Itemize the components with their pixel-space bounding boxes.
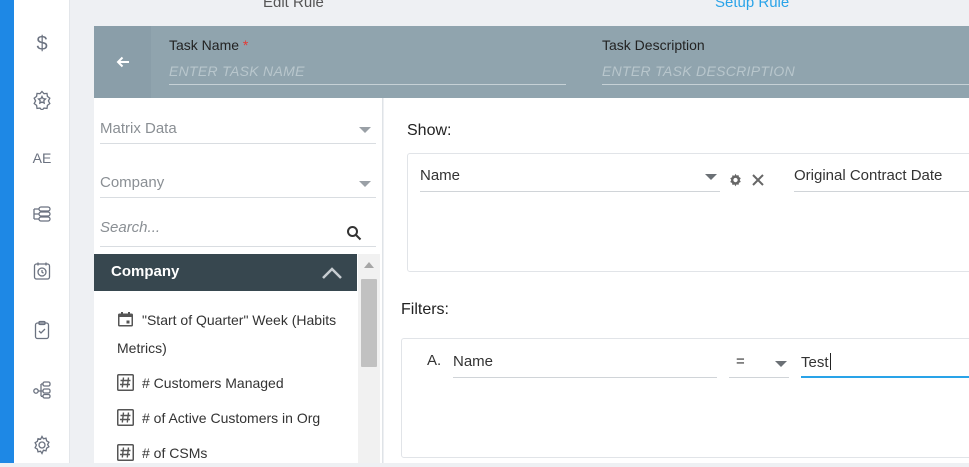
list-item[interactable]: # Customers Managed [117, 369, 357, 397]
arrow-left-icon [116, 56, 129, 68]
search-placeholder: Search... [100, 219, 161, 236]
chevron-up-icon[interactable] [321, 266, 343, 280]
field-label: # of CSMs [142, 445, 208, 461]
text-cursor [829, 353, 831, 370]
dollar-icon[interactable]: $ [14, 29, 70, 59]
ae-icon[interactable]: AE [14, 143, 70, 173]
filter-operator-select[interactable]: = [729, 350, 789, 378]
task-name-label: Task Name * [169, 37, 248, 53]
chevron-down-icon [775, 361, 787, 367]
task-name-input[interactable]: ENTER TASK NAME [169, 63, 566, 85]
filters-section-title: Filters: [401, 301, 449, 318]
close-icon[interactable] [751, 173, 765, 187]
clipboard-check-icon[interactable] [14, 315, 70, 345]
show-field-select[interactable]: Name [420, 164, 720, 192]
rule-tabs: Edit Rule Setup Rule [94, 0, 969, 24]
app-rail [0, 0, 14, 463]
show-fields-box: Name Original Contract Date [407, 153, 969, 272]
filter-row-letter: A. [427, 352, 442, 369]
task-description-input[interactable]: ENTER TASK DESCRIPTION [602, 63, 969, 85]
search-icon[interactable] [346, 225, 362, 241]
filter-operator-value: = [736, 353, 745, 370]
calendar-icon [118, 312, 133, 327]
dollar-glyph: $ [36, 32, 48, 55]
number-icon [117, 374, 134, 391]
list-item[interactable]: # of Active Customers in Org [117, 404, 357, 432]
gear-icon[interactable] [728, 173, 743, 188]
filter-value-input[interactable]: Test [801, 350, 969, 378]
ae-glyph: AE [32, 150, 52, 166]
chevron-down-icon [359, 181, 371, 187]
number-icon [117, 444, 134, 461]
show-field-select-2[interactable]: Original Contract Date [794, 164, 969, 192]
show-section-title: Show: [407, 122, 452, 139]
show-field-value: Name [420, 167, 461, 184]
chevron-down-icon [359, 127, 371, 133]
clock-calendar-icon[interactable] [14, 256, 70, 286]
field-label: # of Active Customers in Org [142, 410, 321, 426]
field-label: # Customers Managed [142, 375, 284, 391]
rule-builder-panel: Show: Name Original Contract Date Filter… [384, 98, 969, 463]
source-select[interactable]: Matrix Data [100, 110, 376, 144]
icon-sidebar: $ AE [14, 0, 70, 463]
gear-icon[interactable] [14, 430, 70, 460]
scroll-up-arrow[interactable] [364, 262, 374, 268]
list-tree-icon[interactable] [14, 199, 70, 229]
back-button[interactable] [94, 26, 151, 98]
field-search-input[interactable]: Search... [100, 211, 376, 247]
task-name-label-text: Task Name [169, 37, 240, 53]
group-title: Company [111, 263, 180, 280]
task-header: Task Name * ENTER TASK NAME Task Descrip… [94, 26, 969, 98]
object-select[interactable]: Company [100, 164, 376, 198]
chevron-down-icon [705, 174, 717, 180]
badge-star-icon[interactable] [14, 85, 70, 115]
show-field-value-2: Original Contract Date [794, 167, 943, 184]
object-select-value: Company [100, 174, 165, 191]
filters-box: A. Name = Test [401, 338, 969, 458]
tab-edit-rule[interactable]: Edit Rule [263, 0, 324, 11]
source-select-value: Matrix Data [100, 120, 177, 137]
filter-field-select[interactable]: Name [453, 350, 717, 378]
scroll-thumb[interactable] [361, 279, 377, 367]
required-mark: * [242, 37, 249, 53]
task-description-label: Task Description [602, 37, 705, 53]
filter-field-value: Name [453, 353, 494, 370]
filter-value-text: Test [801, 354, 829, 371]
tab-setup-rule[interactable]: Setup Rule [715, 0, 789, 11]
field-list-scrollbar[interactable] [358, 254, 380, 463]
list-item[interactable]: "Start of Quarter" Week (Habits Metrics) [117, 306, 355, 362]
number-icon [117, 409, 134, 426]
field-picker-panel: Matrix Data Company Search... Company "S… [94, 98, 383, 463]
hierarchy-icon[interactable] [14, 374, 70, 404]
field-label: "Start of Quarter" Week (Habits Metrics) [117, 312, 337, 356]
group-header-company[interactable]: Company [94, 254, 357, 291]
